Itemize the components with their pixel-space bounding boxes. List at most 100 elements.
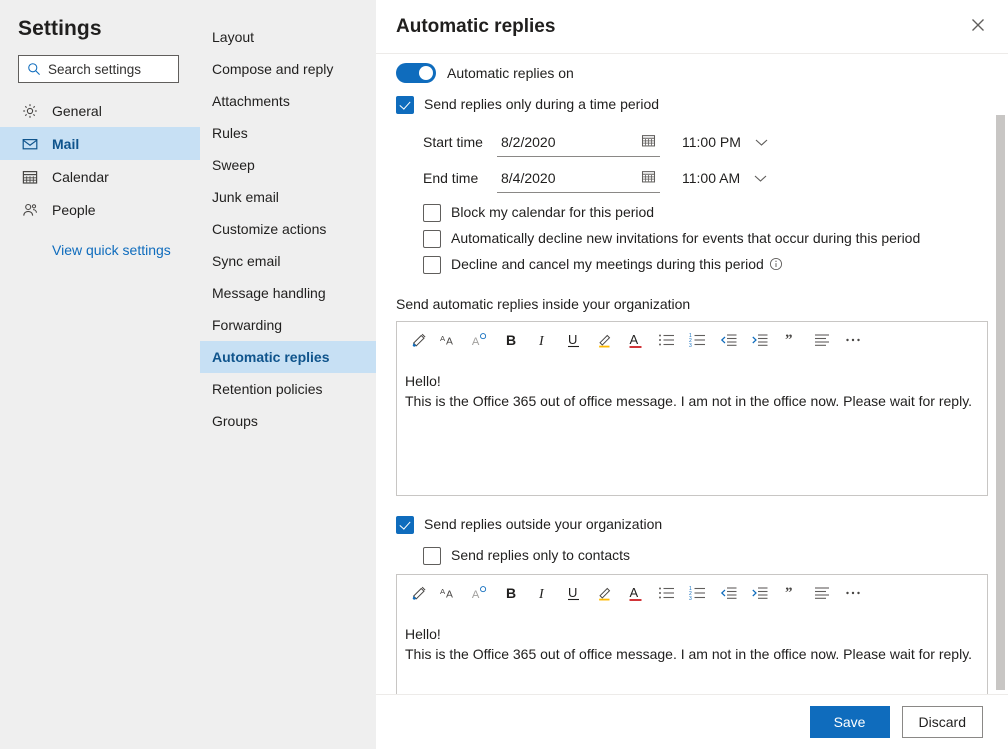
font-color-icon[interactable]: A <box>620 578 651 608</box>
svg-text:I: I <box>538 334 545 349</box>
increase-indent-icon[interactable] <box>744 578 775 608</box>
align-icon[interactable] <box>806 325 837 355</box>
start-time-value: 11:00 PM <box>682 134 741 150</box>
inside-editor-toolbar: A A A B I <box>397 322 987 357</box>
settings-nav-list: General Mail <box>0 94 200 226</box>
auto-decline-checkbox[interactable] <box>423 230 441 248</box>
sidebar-item-label: Calendar <box>52 169 109 185</box>
automatic-replies-toggle-row: Automatic replies on <box>396 63 988 83</box>
contacts-only-block: Send replies only to contacts <box>396 546 988 565</box>
end-date-input[interactable]: 8/4/2020 <box>497 163 660 193</box>
sidebar-item-people[interactable]: People <box>0 193 200 226</box>
category-item-forwarding[interactable]: Forwarding <box>200 309 376 341</box>
svg-text:A: A <box>440 586 446 595</box>
increase-indent-icon[interactable] <box>744 325 775 355</box>
format-painter-icon[interactable] <box>403 325 434 355</box>
svg-text:B: B <box>506 332 516 348</box>
inside-org-message[interactable]: Hello! This is the Office 365 out of off… <box>397 357 987 411</box>
info-icon[interactable] <box>769 257 783 271</box>
underline-icon[interactable]: U <box>558 325 589 355</box>
scrollbar-thumb[interactable] <box>996 115 1005 690</box>
decline-cancel-row: Decline and cancel my meetings during th… <box>423 255 988 274</box>
category-item-retention-policies[interactable]: Retention policies <box>200 373 376 405</box>
svg-text:”: ” <box>785 585 793 601</box>
svg-text:3: 3 <box>689 343 692 348</box>
inside-org-label: Send automatic replies inside your organ… <box>396 296 988 312</box>
decline-cancel-label: Decline and cancel my meetings during th… <box>451 256 764 272</box>
align-icon[interactable] <box>806 578 837 608</box>
contacts-only-row: Send replies only to contacts <box>423 546 988 565</box>
decline-cancel-checkbox[interactable] <box>423 256 441 274</box>
panel-scrollbar[interactable] <box>993 55 1008 694</box>
svg-text:A: A <box>629 585 638 600</box>
highlight-icon[interactable] <box>589 325 620 355</box>
automatic-replies-toggle[interactable] <box>396 63 436 83</box>
italic-icon[interactable]: I <box>527 578 558 608</box>
start-time-row: Start time 8/2/2020 <box>423 124 988 160</box>
start-date-input[interactable]: 8/2/2020 <box>497 127 660 157</box>
category-item-automatic-replies[interactable]: Automatic replies <box>200 341 376 373</box>
numbered-list-icon[interactable]: 123 <box>682 578 713 608</box>
quote-icon[interactable]: ” <box>775 325 806 355</box>
mail-category-list: Layout Compose and reply Attachments Rul… <box>200 0 376 749</box>
bulleted-list-icon[interactable] <box>651 578 682 608</box>
end-time-row: End time 8/4/2020 <box>423 160 988 196</box>
envelope-icon <box>22 136 38 152</box>
chevron-down-icon <box>755 134 768 150</box>
clear-formatting-icon[interactable]: A <box>465 325 496 355</box>
end-time-label: End time <box>423 170 497 186</box>
font-size-icon[interactable]: A A <box>434 578 465 608</box>
decrease-indent-icon[interactable] <box>713 578 744 608</box>
time-period-checkbox[interactable] <box>396 96 414 114</box>
sidebar-item-calendar[interactable]: Calendar <box>0 160 200 193</box>
category-item-message-handling[interactable]: Message handling <box>200 277 376 309</box>
font-color-icon[interactable]: A <box>620 325 651 355</box>
highlight-icon[interactable] <box>589 578 620 608</box>
inside-org-editor[interactable]: A A A B I <box>396 321 988 496</box>
sidebar-item-mail[interactable]: Mail <box>0 127 200 160</box>
search-placeholder: Search settings <box>48 62 141 77</box>
save-button[interactable]: Save <box>810 706 890 738</box>
svg-text:A: A <box>629 332 638 347</box>
sidebar-item-label: People <box>52 202 96 218</box>
bold-icon[interactable]: B <box>496 325 527 355</box>
end-time-dropdown[interactable]: 11:00 AM <box>682 170 767 186</box>
category-item-sync-email[interactable]: Sync email <box>200 245 376 277</box>
outside-org-message[interactable]: Hello! This is the Office 365 out of off… <box>397 610 987 664</box>
start-time-dropdown[interactable]: 11:00 PM <box>682 134 768 150</box>
category-item-groups[interactable]: Groups <box>200 405 376 437</box>
bold-icon[interactable]: B <box>496 578 527 608</box>
block-calendar-checkbox[interactable] <box>423 204 441 222</box>
start-time-label: Start time <box>423 134 497 150</box>
svg-text:B: B <box>506 585 516 601</box>
discard-button[interactable]: Discard <box>902 706 983 738</box>
italic-icon[interactable]: I <box>527 325 558 355</box>
more-options-icon[interactable] <box>837 325 868 355</box>
sidebar-item-general[interactable]: General <box>0 94 200 127</box>
category-item-attachments[interactable]: Attachments <box>200 85 376 117</box>
more-options-icon[interactable] <box>837 578 868 608</box>
category-item-rules[interactable]: Rules <box>200 117 376 149</box>
view-quick-settings-link[interactable]: View quick settings <box>0 242 200 258</box>
clear-formatting-icon[interactable]: A <box>465 578 496 608</box>
category-item-customize-actions[interactable]: Customize actions <box>200 213 376 245</box>
outside-org-editor[interactable]: A A A B <box>396 574 988 704</box>
category-item-layout[interactable]: Layout <box>200 21 376 53</box>
bulleted-list-icon[interactable] <box>651 325 682 355</box>
decrease-indent-icon[interactable] <box>713 325 744 355</box>
category-item-sweep[interactable]: Sweep <box>200 149 376 181</box>
font-size-icon[interactable]: A A <box>434 325 465 355</box>
underline-icon[interactable]: U <box>558 578 589 608</box>
contacts-only-checkbox[interactable] <box>423 547 441 565</box>
close-icon <box>971 18 985 35</box>
chevron-down-icon <box>754 170 767 186</box>
category-item-compose-and-reply[interactable]: Compose and reply <box>200 53 376 85</box>
search-input[interactable]: Search settings <box>18 55 179 83</box>
format-painter-icon[interactable] <box>403 578 434 608</box>
panel-body: Automatic replies on Send replies only d… <box>376 55 1008 694</box>
quote-icon[interactable]: ” <box>775 578 806 608</box>
numbered-list-icon[interactable]: 123 <box>682 325 713 355</box>
outside-org-checkbox[interactable] <box>396 516 414 534</box>
close-button[interactable] <box>962 11 994 43</box>
category-item-junk-email[interactable]: Junk email <box>200 181 376 213</box>
